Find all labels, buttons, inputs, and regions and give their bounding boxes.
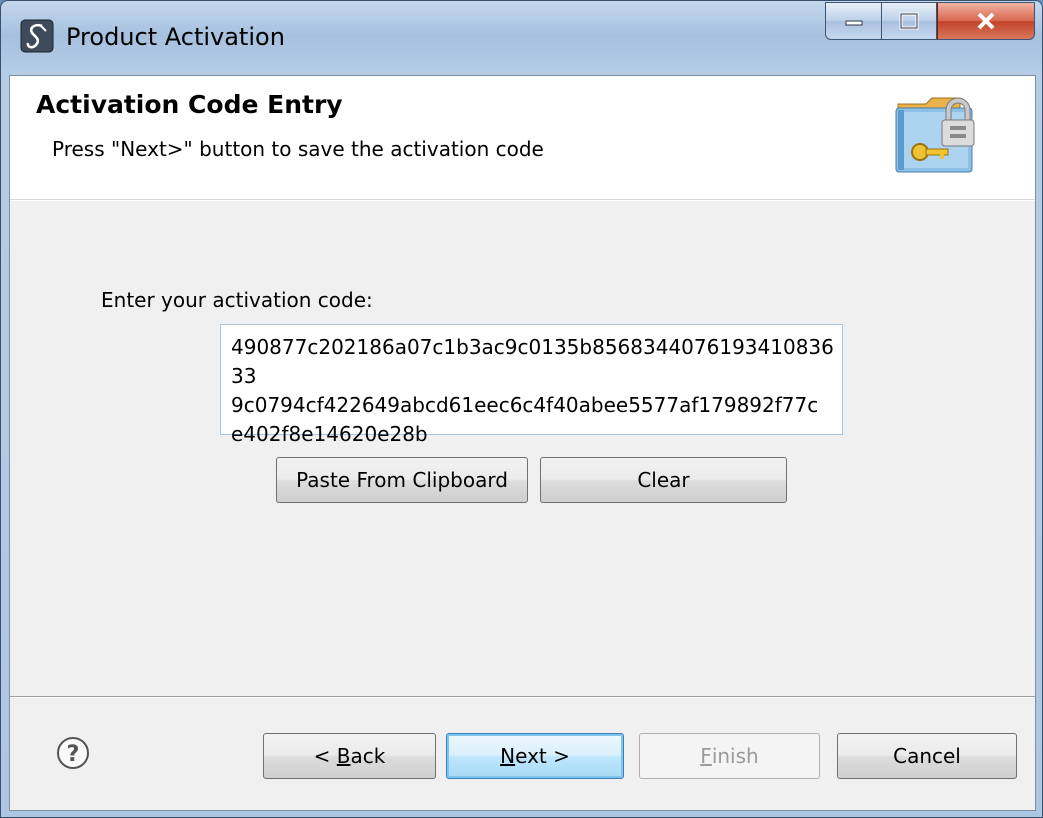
next-button[interactable]: Next > (446, 733, 624, 779)
finish-rest: inish (711, 744, 759, 768)
window-title: Product Activation (66, 23, 285, 51)
folder-lock-key-icon (895, 97, 975, 173)
activation-code-label: Enter your activation code: (101, 288, 373, 312)
dialog-client-area: Activation Code Entry Press "Next>" butt… (9, 75, 1036, 811)
activation-code-input[interactable]: 490877c202186a07c1b3ac9c0135b85683440761… (220, 324, 843, 446)
back-rest: ack (350, 744, 386, 768)
maximize-icon (899, 12, 919, 30)
clear-button[interactable]: Clear (540, 457, 787, 503)
finish-mnemonic: F (700, 744, 712, 768)
wizard-banner: Activation Code Entry Press "Next>" butt… (10, 76, 1035, 200)
svg-text:?: ? (67, 742, 80, 767)
minimize-button[interactable] (825, 2, 881, 40)
finish-button[interactable]: Finish (639, 733, 820, 779)
close-icon (977, 12, 995, 30)
code-line: 490877c202186a07c1b3ac9c0135b85683440761… (231, 335, 834, 388)
next-rest: ext > (515, 744, 570, 768)
help-icon[interactable]: ? (56, 736, 90, 770)
code-line: 9c0794cf422649abcd61eec6c4f40abee5577af1… (231, 393, 819, 417)
page-description: Press "Next>" button to save the activat… (52, 137, 544, 161)
product-activation-window: Product Activation Activation Code Entry… (0, 0, 1043, 818)
minimize-icon (845, 20, 862, 26)
back-mnemonic: B (336, 744, 351, 768)
back-button[interactable]: < Back (263, 733, 436, 779)
title-bar[interactable]: Product Activation (1, 1, 1042, 75)
next-mnemonic: N (500, 744, 516, 768)
maximize-button[interactable] (881, 2, 937, 40)
close-button[interactable] (937, 2, 1035, 40)
footer-separator-highlight (10, 697, 1035, 698)
back-prefix: < (313, 744, 337, 768)
window-controls (825, 2, 1035, 40)
banner-separator (10, 200, 1035, 201)
paste-from-clipboard-button[interactable]: Paste From Clipboard (276, 457, 528, 503)
app-logo-icon (20, 19, 54, 53)
page-title: Activation Code Entry (36, 90, 343, 119)
cancel-button[interactable]: Cancel (837, 733, 1017, 779)
code-line: e402f8e14620e28b (231, 422, 428, 446)
